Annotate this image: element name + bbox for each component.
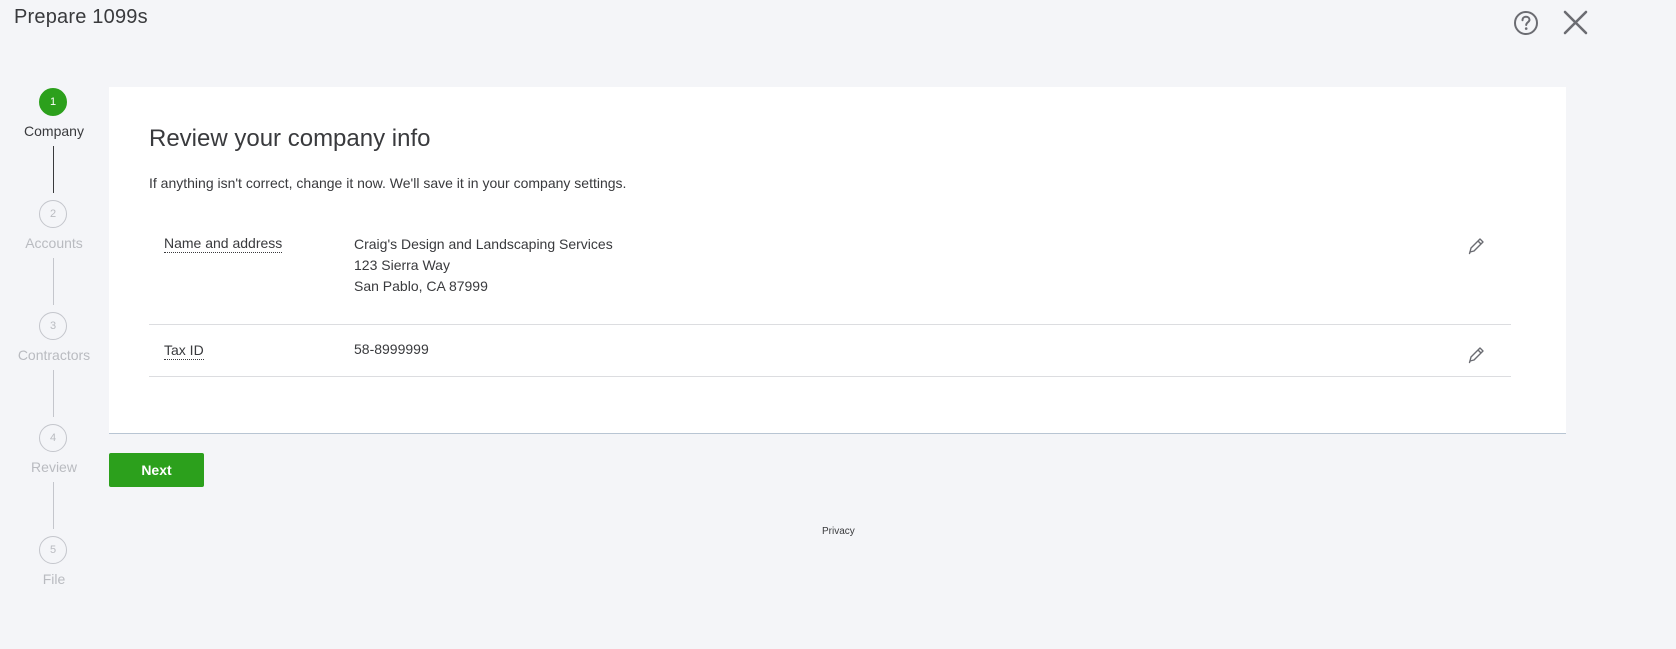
tax-id-value: 58-8999999 xyxy=(354,339,429,360)
step-connector xyxy=(53,146,54,193)
company-info-table: Name and address Craig's Design and Land… xyxy=(149,223,1511,377)
close-icon xyxy=(1563,10,1588,35)
step-number: 4 xyxy=(39,424,67,452)
edit-tax-id-button[interactable] xyxy=(1465,344,1487,366)
name-address-row: Name and address Craig's Design and Land… xyxy=(149,223,1511,325)
step-label: Accounts xyxy=(25,235,83,251)
step-label: Review xyxy=(31,459,77,475)
name-address-label: Name and address xyxy=(164,235,283,253)
step-number: 3 xyxy=(39,312,67,340)
step-number: 5 xyxy=(39,536,67,564)
progress-stepper: 1 Company 2 Accounts 3 Contractors 4 Rev… xyxy=(0,88,108,608)
step-label: Contractors xyxy=(17,347,91,363)
tax-id-number: 58-8999999 xyxy=(354,341,429,357)
close-button[interactable] xyxy=(1560,8,1590,38)
step-connector xyxy=(53,258,54,305)
step-connector xyxy=(53,370,54,417)
step-number: 1 xyxy=(39,88,67,116)
edit-name-address-button[interactable] xyxy=(1465,235,1487,257)
step-label: File xyxy=(42,571,66,587)
privacy-link[interactable]: Privacy xyxy=(822,526,855,537)
step-label: Company xyxy=(24,123,84,139)
name-address-value: Craig's Design and Landscaping Services … xyxy=(354,234,613,297)
header-actions xyxy=(1476,8,1676,38)
company-info-card: Review your company info If anything isn… xyxy=(109,87,1566,434)
company-name: Craig's Design and Landscaping Services xyxy=(354,236,613,252)
help-circle-icon xyxy=(1514,11,1538,35)
step-connector xyxy=(53,482,54,529)
tax-id-label: Tax ID xyxy=(164,342,204,360)
pencil-icon xyxy=(1468,238,1484,255)
help-button[interactable] xyxy=(1512,9,1540,37)
pencil-icon xyxy=(1468,347,1484,364)
street-address: 123 Sierra Way xyxy=(354,257,450,273)
city-state-zip: San Pablo, CA 87999 xyxy=(354,278,488,294)
step-number: 2 xyxy=(39,200,67,228)
card-subtext: If anything isn't correct, change it now… xyxy=(149,175,627,191)
tax-id-row: Tax ID 58-8999999 xyxy=(149,325,1511,377)
next-button[interactable]: Next xyxy=(109,453,204,487)
page-title: Prepare 1099s xyxy=(14,6,148,28)
card-heading: Review your company info xyxy=(149,125,431,152)
